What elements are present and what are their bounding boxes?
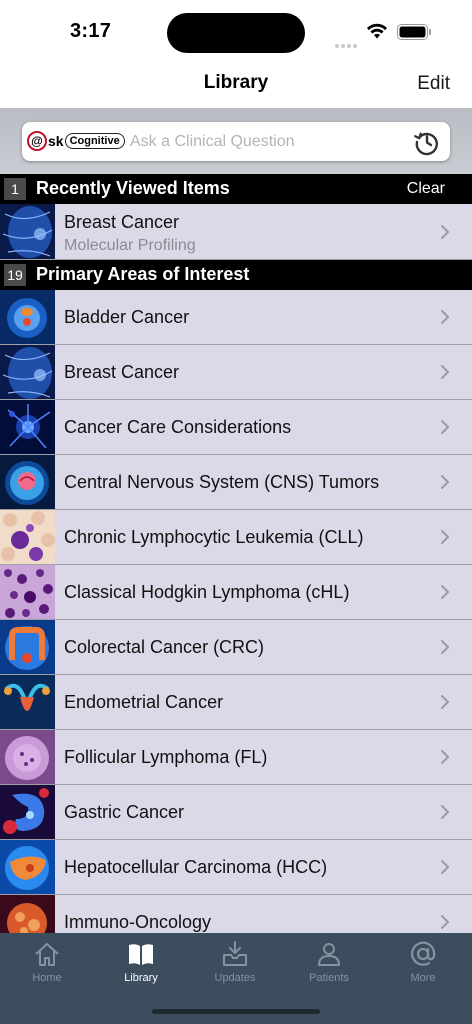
- tab-label: Patients: [309, 972, 349, 984]
- clear-button[interactable]: Clear: [407, 180, 445, 198]
- uterus-thumbnail: [0, 675, 55, 729]
- tab-label: More: [410, 972, 436, 984]
- history-clock-icon[interactable]: [413, 128, 441, 156]
- logo-at-symbol: @: [27, 131, 47, 151]
- chevron-right-icon: [441, 585, 449, 599]
- navigation-bar: Library Edit: [0, 62, 472, 108]
- recently-viewed-header: 1 Recently Viewed Items Clear: [0, 174, 472, 204]
- search-bar[interactable]: @ sk Cognitive: [22, 122, 450, 161]
- liver-thumbnail: [0, 840, 55, 894]
- edit-button[interactable]: Edit: [417, 73, 450, 95]
- search-area: @ sk Cognitive: [0, 108, 472, 174]
- askcognitive-logo: @ sk Cognitive: [27, 131, 125, 151]
- chevron-right-icon: [441, 915, 449, 929]
- tab-updates[interactable]: Updates: [188, 937, 282, 993]
- tab-home[interactable]: Home: [0, 937, 94, 993]
- list-item-label: Bladder Cancer: [64, 307, 190, 327]
- recent-item-title: Breast Cancer: [64, 212, 180, 232]
- blood-cells-thumbnail: [0, 510, 55, 564]
- stomach-thumbnail: [0, 785, 55, 839]
- dynamic-island: [167, 13, 305, 53]
- clinical-question-input[interactable]: [130, 130, 400, 154]
- cellular-signal-icon: [335, 35, 359, 48]
- list-item-label: Cancer Care Considerations: [64, 417, 292, 437]
- page-title: Library: [203, 72, 269, 93]
- chevron-right-icon: [441, 530, 449, 544]
- list-item-label: Breast Cancer: [64, 362, 180, 382]
- list-item-label: Hepatocellular Carcinoma (HCC): [64, 857, 328, 877]
- list-item-endometrial[interactable]: Endometrial Cancer: [0, 675, 472, 730]
- cell-burst-thumbnail: [0, 400, 55, 454]
- list-item-hcc[interactable]: Hepatocellular Carcinoma (HCC): [0, 840, 472, 895]
- home-icon: [35, 943, 59, 966]
- primary-areas-header: 19 Primary Areas of Interest: [0, 260, 472, 290]
- list-item-chl[interactable]: Classical Hodgkin Lymphoma (cHL): [0, 565, 472, 620]
- at-sign-icon: [411, 941, 436, 966]
- breast-scan-thumbnail: [0, 345, 55, 399]
- list-item-cll[interactable]: Chronic Lymphocytic Leukemia (CLL): [0, 510, 472, 565]
- recent-item-row[interactable]: Breast Cancer Molecular Profiling: [0, 204, 472, 260]
- wifi-icon: [367, 23, 387, 39]
- list-item-bladder-cancer[interactable]: Bladder Cancer: [0, 290, 472, 345]
- list-item-breast-cancer[interactable]: Breast Cancer: [0, 345, 472, 400]
- book-icon: [129, 944, 153, 965]
- chevron-right-icon: [441, 225, 449, 239]
- tab-more[interactable]: More: [376, 937, 470, 993]
- list-item-label: Follicular Lymphoma (FL): [64, 747, 268, 767]
- list-item-label: Endometrial Cancer: [64, 692, 224, 712]
- recent-count-badge: 1: [4, 178, 26, 200]
- chevron-right-icon: [441, 640, 449, 654]
- tab-bar: Home Library Updates Patients More: [0, 933, 472, 1024]
- list-item-label: Central Nervous System (CNS) Tumors: [64, 472, 380, 492]
- list-item-cns-tumors[interactable]: Central Nervous System (CNS) Tumors: [0, 455, 472, 510]
- list-item-colorectal[interactable]: Colorectal Cancer (CRC): [0, 620, 472, 675]
- chevron-right-icon: [441, 805, 449, 819]
- bladder-thumbnail: [0, 290, 55, 344]
- brain-thumbnail: [0, 455, 55, 509]
- recent-section-title: Recently Viewed Items: [36, 178, 230, 198]
- tab-library[interactable]: Library: [94, 937, 188, 993]
- chevron-right-icon: [441, 475, 449, 489]
- list-item-label: Immuno-Oncology: [64, 912, 212, 932]
- list-item-label: Classical Hodgkin Lymphoma (cHL): [64, 582, 350, 602]
- tissue-purple-thumbnail: [0, 565, 55, 619]
- tab-patients[interactable]: Patients: [282, 937, 376, 993]
- tab-label: Home: [32, 972, 62, 984]
- tab-label: Updates: [214, 972, 256, 984]
- home-indicator: [152, 1009, 320, 1014]
- person-icon: [318, 943, 340, 966]
- colon-thumbnail: [0, 620, 55, 674]
- chevron-right-icon: [441, 860, 449, 874]
- list-item-label: Gastric Cancer: [64, 802, 185, 822]
- status-bar: 3:17: [0, 0, 472, 62]
- list-item-follicular-lymphoma[interactable]: Follicular Lymphoma (FL): [0, 730, 472, 785]
- chevron-right-icon: [441, 420, 449, 434]
- logo-cognitive-text: Cognitive: [64, 133, 125, 149]
- follicle-thumbnail: [0, 730, 55, 784]
- breast-scan-thumbnail: [0, 204, 55, 259]
- chevron-right-icon: [441, 365, 449, 379]
- list-item-gastric[interactable]: Gastric Cancer: [0, 785, 472, 840]
- logo-sk-text: sk: [48, 133, 64, 149]
- chevron-right-icon: [441, 310, 449, 324]
- recent-item-subtitle: Molecular Profiling: [64, 237, 196, 254]
- list-item-cancer-care[interactable]: Cancer Care Considerations: [0, 400, 472, 455]
- list-item-label: Chronic Lymphocytic Leukemia (CLL): [64, 527, 364, 547]
- inbox-download-icon: [223, 941, 247, 966]
- chevron-right-icon: [441, 750, 449, 764]
- primary-count-badge: 19: [4, 264, 26, 286]
- status-time: 3:17: [70, 20, 112, 42]
- battery-icon: [397, 24, 431, 40]
- chevron-right-icon: [441, 695, 449, 709]
- list-item-label: Colorectal Cancer (CRC): [64, 637, 265, 657]
- primary-section-title: Primary Areas of Interest: [36, 264, 250, 284]
- tab-label: Library: [124, 972, 158, 984]
